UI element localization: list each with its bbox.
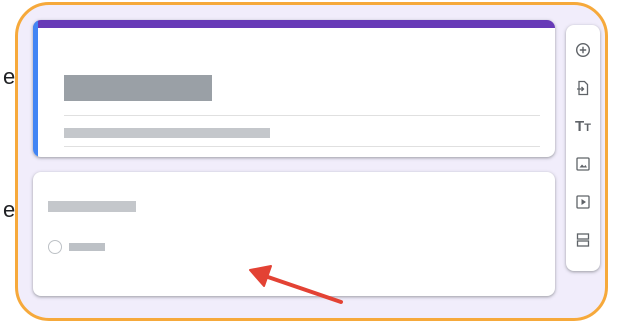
title-underline: [64, 115, 540, 116]
form-description-placeholder[interactable]: [64, 128, 270, 138]
radio-option-circle[interactable]: [48, 240, 62, 254]
description-underline: [64, 146, 540, 147]
question-card[interactable]: [33, 172, 555, 296]
form-title-placeholder[interactable]: [64, 75, 212, 101]
active-section-indicator: [33, 20, 38, 157]
cropped-text-fragment: e: [3, 197, 16, 222]
theme-accent-bar: [33, 20, 555, 28]
add-image-button[interactable]: [566, 149, 600, 179]
add-video-icon: [576, 195, 590, 209]
add-section-button[interactable]: [566, 225, 600, 255]
option-label-placeholder[interactable]: [69, 243, 105, 251]
add-question-icon: [575, 42, 591, 58]
import-questions-button[interactable]: [566, 73, 600, 103]
add-title-description-button[interactable]: TT: [566, 112, 600, 142]
import-questions-icon: [577, 80, 589, 96]
add-question-button[interactable]: [566, 35, 600, 65]
add-section-icon: [576, 233, 590, 247]
question-title-placeholder[interactable]: [48, 201, 136, 212]
cropped-text-fragment: e: [3, 64, 16, 89]
form-title-card[interactable]: [33, 20, 555, 157]
highlight-frame: TT: [15, 2, 608, 321]
add-image-icon: [576, 157, 590, 171]
add-video-button[interactable]: [566, 187, 600, 217]
floating-toolbar: TT: [566, 25, 600, 271]
add-title-description-icon: TT: [575, 118, 591, 135]
